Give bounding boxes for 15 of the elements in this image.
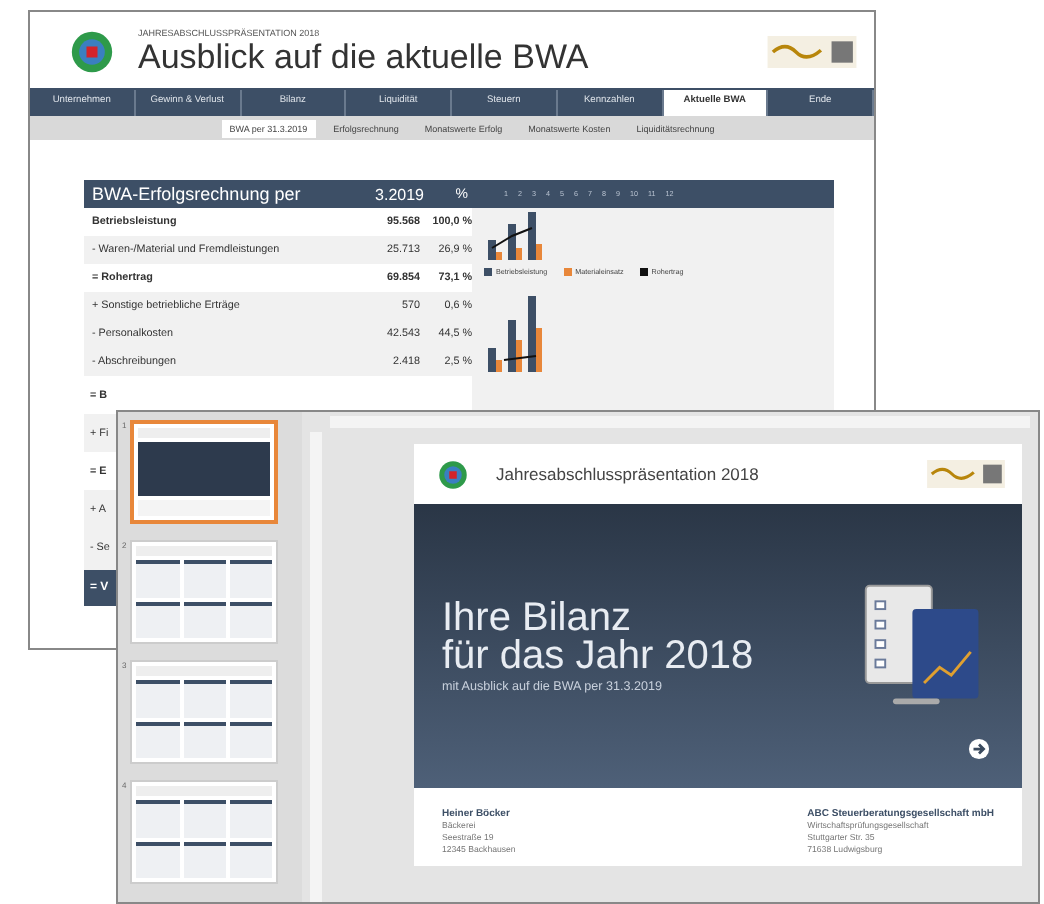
- globe-logo-icon: [70, 30, 114, 74]
- slide-thumbnail[interactable]: [130, 660, 279, 764]
- next-arrow-icon[interactable]: [968, 738, 990, 760]
- slide-thumbnail[interactable]: [130, 540, 279, 644]
- slide-header: Jahresabschlusspräsentation 2018: [496, 464, 761, 484]
- table-title: BWA-Erfolgsrechnung per: [92, 184, 303, 204]
- slide-headline: für das Jahr 2018: [442, 637, 756, 675]
- period-heading: 3.2019: [373, 185, 424, 203]
- slide-headline: Ihre Bilanz: [442, 599, 633, 637]
- bakery-logo-icon: [926, 460, 1006, 488]
- bakery-logo-icon: [766, 36, 858, 68]
- slide-thumbnail[interactable]: [130, 780, 279, 884]
- page-title: Ausblick auf die aktuelle BWA: [138, 37, 591, 77]
- slide-thumbnail[interactable]: [130, 420, 279, 524]
- globe-logo-icon: [438, 459, 468, 489]
